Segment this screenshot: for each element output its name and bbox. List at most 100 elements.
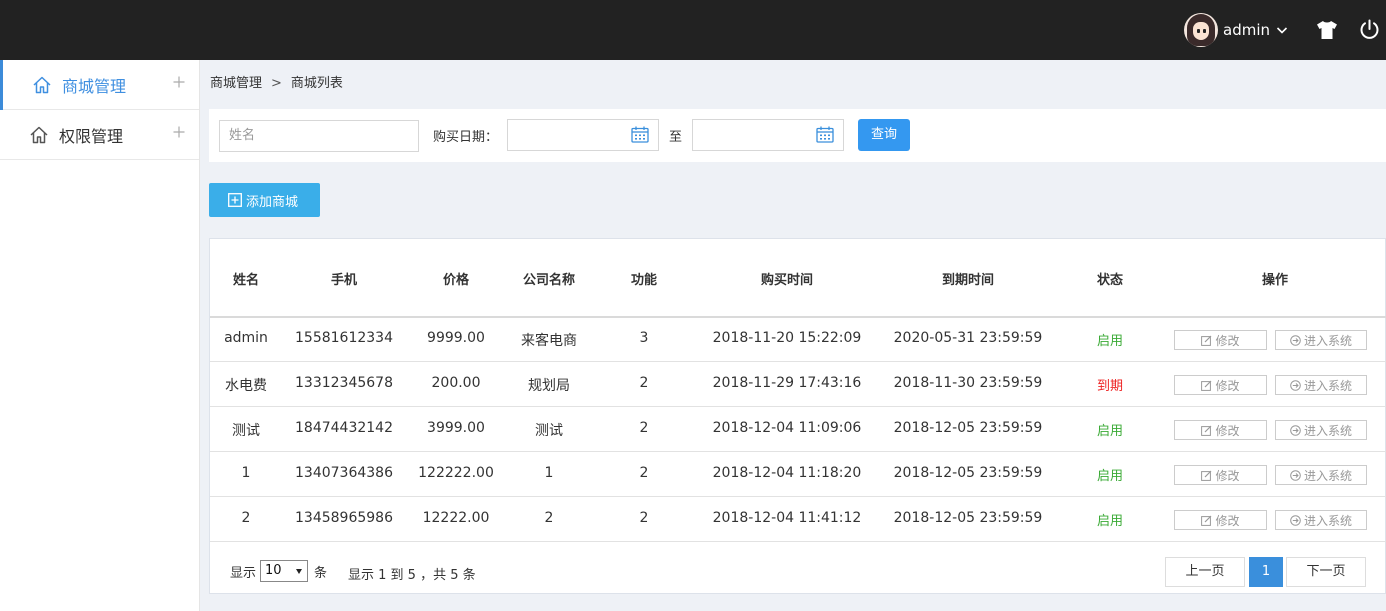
plus-square-icon	[228, 193, 242, 207]
edit-button[interactable]: 修改	[1174, 420, 1267, 440]
cell-expire-time: 2018-12-05 23:59:59	[893, 465, 1043, 481]
query-button[interactable]: 查询	[858, 119, 910, 151]
power-icon[interactable]	[1359, 19, 1380, 40]
arrow-circle-right-icon	[1290, 514, 1301, 526]
cell-price: 9999.00	[427, 330, 485, 346]
edit-icon	[1201, 380, 1212, 391]
status-badge: 启用	[1096, 424, 1124, 439]
sidebar-item-label: 商城管理	[62, 76, 127, 96]
arrow-circle-right-icon	[1290, 424, 1301, 436]
status-badge: 启用	[1096, 469, 1124, 484]
enter-system-button[interactable]: 进入系统	[1275, 375, 1367, 395]
tshirt-icon[interactable]	[1316, 20, 1338, 40]
unit-label: 条	[314, 565, 328, 581]
sidebar-item-mall-management[interactable]: 商城管理	[0, 60, 199, 110]
cell-expire-time: 2018-11-30 23:59:59	[893, 375, 1043, 391]
edit-label: 修改	[1215, 423, 1240, 438]
cell-name: admin	[224, 330, 268, 346]
enter-system-label: 进入系统	[1303, 468, 1352, 483]
cell-buy-time: 2018-12-04 11:18:20	[712, 465, 862, 481]
cell-name: 2	[241, 510, 251, 526]
cell-price: 200.00	[431, 375, 481, 391]
start-date-input[interactable]	[507, 119, 659, 151]
table-row: 测试 18474432142 3999.00 测试 2 2018-12-04 1…	[210, 407, 1386, 452]
breadcrumb-current: 商城列表	[290, 76, 343, 91]
arrow-circle-right-icon	[1290, 379, 1301, 391]
table-row: 1 13407364386 122222.00 1 2 2018-12-04 1…	[210, 452, 1386, 497]
cell-company: 测试	[535, 423, 563, 439]
enter-system-button[interactable]: 进入系统	[1275, 465, 1367, 485]
col-phone[interactable]: 手机	[331, 269, 357, 288]
status-badge: 启用	[1096, 514, 1124, 529]
cell-expire-time: 2018-12-05 23:59:59	[893, 510, 1043, 526]
edit-button[interactable]: 修改	[1174, 375, 1267, 395]
edit-icon	[1201, 470, 1212, 481]
page-button-current[interactable]: 1	[1249, 557, 1283, 587]
col-function[interactable]: 功能	[631, 269, 657, 288]
arrow-circle-right-icon	[1290, 469, 1301, 481]
cell-company: 1	[544, 465, 554, 481]
edit-button[interactable]: 修改	[1174, 465, 1267, 485]
arrow-circle-right-icon	[1290, 334, 1301, 346]
top-bar: admin	[0, 0, 1386, 60]
edit-icon	[1201, 515, 1212, 526]
cell-buy-time: 2018-11-29 17:43:16	[712, 375, 862, 391]
cell-function: 2	[639, 465, 649, 481]
user-menu[interactable]: admin	[1184, 13, 1288, 47]
cell-expire-time: 2018-12-05 23:59:59	[893, 420, 1043, 436]
show-label: 显示	[230, 565, 257, 581]
page-info: 显示 1 到 5 ，共 5 条	[348, 568, 476, 583]
cell-phone: 15581612334	[295, 330, 393, 346]
col-company[interactable]: 公司名称	[523, 269, 575, 288]
col-status[interactable]: 状态	[1097, 269, 1123, 288]
name-input[interactable]: 姓名	[219, 120, 419, 152]
edit-icon	[1201, 335, 1212, 346]
enter-system-button[interactable]: 进入系统	[1275, 510, 1367, 530]
cell-buy-time: 2018-12-04 11:41:12	[712, 510, 862, 526]
calendar-icon[interactable]	[631, 126, 649, 143]
edit-label: 修改	[1215, 513, 1240, 528]
prev-page-button[interactable]: 上一页	[1165, 557, 1245, 587]
col-name[interactable]: 姓名	[233, 269, 259, 288]
status-badge: 启用	[1096, 334, 1124, 349]
cell-price: 12222.00	[422, 510, 490, 526]
date-label: 购买日期：	[433, 130, 499, 145]
breadcrumb: 商城管理 > 商城列表	[210, 72, 343, 91]
col-price[interactable]: 价格	[443, 269, 469, 288]
cell-company: 来客电商	[521, 333, 577, 349]
enter-system-label: 进入系统	[1303, 378, 1352, 393]
edit-button[interactable]: 修改	[1174, 510, 1267, 530]
end-date-input[interactable]	[692, 119, 844, 151]
page-size-select[interactable]: 10	[260, 560, 309, 582]
enter-system-button[interactable]: 进入系统	[1275, 330, 1367, 350]
next-page-button[interactable]: 下一页	[1286, 557, 1366, 587]
cell-name: 1	[241, 465, 251, 481]
cell-buy-time: 2018-11-20 15:22:09	[712, 330, 862, 346]
caret-down-icon	[296, 569, 303, 574]
sidebar-item-permission-management[interactable]: 权限管理	[0, 110, 199, 160]
table-header: 姓名 手机 价格 公司名称 功能 购买时间 到期时间 状态 操作	[210, 239, 1386, 318]
cell-function: 2	[639, 375, 649, 391]
edit-button[interactable]: 修改	[1174, 330, 1267, 350]
plus-icon[interactable]	[173, 126, 185, 138]
cell-function: 3	[639, 330, 649, 346]
home-icon	[30, 126, 48, 143]
col-buy-time[interactable]: 购买时间	[761, 269, 813, 288]
enter-system-button[interactable]: 进入系统	[1275, 420, 1367, 440]
enter-system-label: 进入系统	[1303, 333, 1352, 348]
sidebar: 商城管理 权限管理	[0, 60, 200, 611]
cell-function: 2	[639, 510, 649, 526]
calendar-icon[interactable]	[816, 126, 834, 143]
add-mall-button[interactable]: 添加商城	[209, 183, 320, 217]
enter-system-label: 进入系统	[1303, 423, 1352, 438]
to-label: 至	[669, 130, 683, 145]
col-expire-time[interactable]: 到期时间	[942, 269, 994, 288]
col-actions: 操作	[1261, 273, 1289, 288]
cell-company: 规划局	[528, 378, 570, 394]
breadcrumb-separator: >	[271, 76, 282, 91]
breadcrumb-root[interactable]: 商城管理	[210, 76, 262, 91]
plus-icon[interactable]	[173, 76, 185, 88]
mall-table: 姓名 手机 价格 公司名称 功能 购买时间 到期时间 状态 操作 admin 1…	[209, 238, 1386, 594]
enter-system-label: 进入系统	[1303, 513, 1352, 528]
table-row: 2 13458965986 12222.00 2 2 2018-12-04 11…	[210, 497, 1386, 542]
